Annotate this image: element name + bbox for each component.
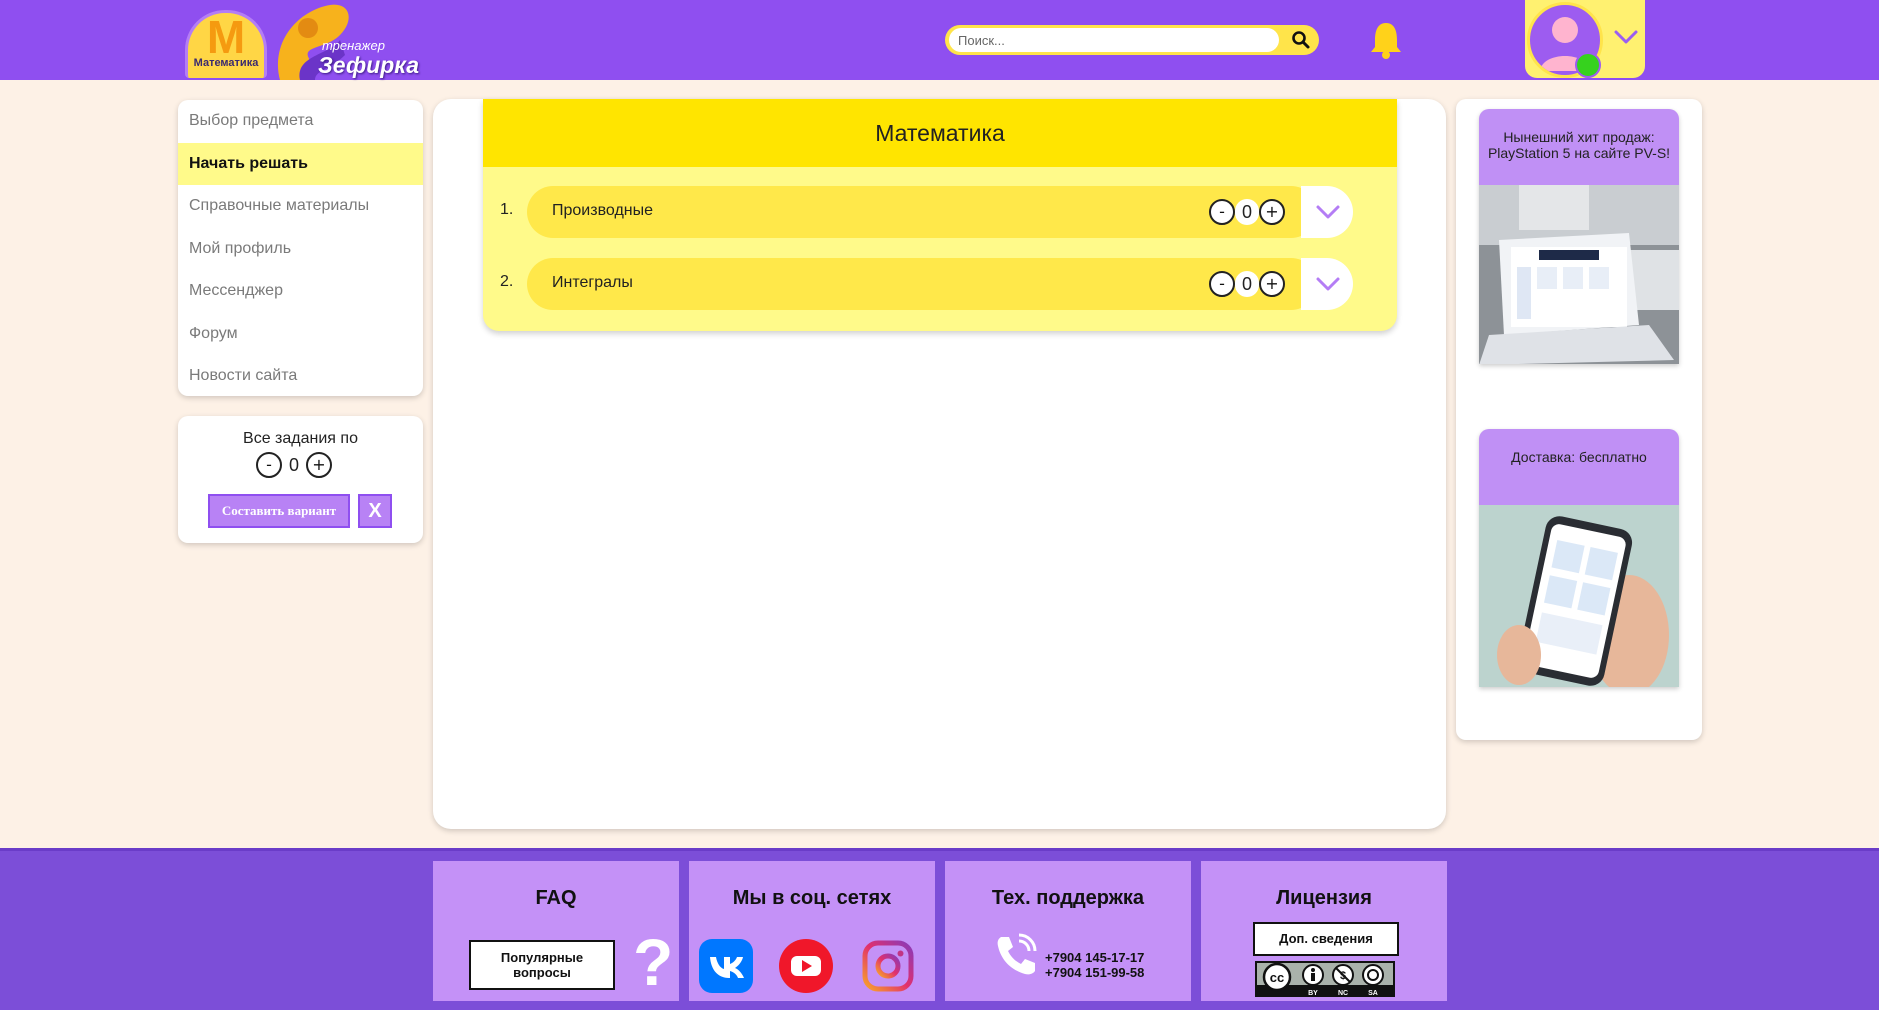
increment-button[interactable]: + [1259, 199, 1285, 225]
ad-banner-laptop[interactable]: Нынешний хит продаж: PlayStation 5 на са… [1479, 109, 1679, 364]
sidebar-item-start-solving[interactable]: Начать решать [178, 142, 423, 185]
compose-variant-button[interactable]: Составить вариант [208, 494, 350, 528]
topic-row: 1. Производные - 0 + [483, 185, 1397, 239]
ad-banner-phone[interactable]: Доставка: бесплатно [1479, 429, 1679, 687]
cc-by-label: BY [1308, 990, 1318, 997]
support-phones: +7904 145-17-17 +7904 151-99-58 [1045, 950, 1144, 980]
topic-name: Интегралы [552, 274, 633, 291]
variant-builder: Все задания по - 0 + Составить вариант X [178, 416, 423, 543]
phone-number[interactable]: +7904 145-17-17 [1045, 950, 1144, 965]
svg-text:cc: cc [1270, 970, 1284, 985]
subject-card: Математика 1. Производные - 0 + 2. Интег… [483, 99, 1397, 331]
decrement-button[interactable]: - [256, 452, 282, 478]
top-header: М Математика тренажер Зефирка [0, 0, 1879, 80]
license-title: Лицензия [1276, 887, 1372, 909]
chevron-down-icon[interactable] [1613, 26, 1639, 48]
instagram-icon[interactable] [861, 939, 915, 993]
topic-pill[interactable]: Производные - 0 + [527, 186, 1317, 238]
topic-pill[interactable]: Интегралы - 0 + [527, 258, 1317, 310]
increment-button[interactable]: + [1259, 271, 1285, 297]
ad-text: Доставка: бесплатно [1511, 449, 1647, 465]
increment-button[interactable]: + [306, 452, 332, 478]
clear-button[interactable]: X [358, 494, 392, 528]
logo-letter: М [206, 11, 246, 63]
phone-photo [1479, 505, 1679, 687]
question-icon: ? [633, 925, 674, 999]
topic-expand-button[interactable] [1301, 186, 1353, 238]
phone-icon [997, 933, 1037, 975]
sidebar-item-news[interactable]: Новости сайта [178, 355, 423, 396]
variant-count[interactable]: 0 [282, 452, 306, 478]
profile-menu[interactable] [1525, 0, 1645, 78]
topic-stepper: - 0 + [1209, 271, 1285, 297]
online-status-dot [1575, 52, 1601, 78]
topic-count[interactable]: 0 [1235, 271, 1259, 297]
chevron-down-icon [1316, 277, 1340, 291]
social-title: Мы в соц. сетях [732, 887, 892, 909]
sidebar-nav: Выбор предмета Начать решать Справочные … [178, 100, 423, 396]
laptop-photo [1479, 185, 1679, 364]
variant-title: Все задания по [243, 430, 358, 447]
sidebar-item-profile[interactable]: Мой профиль [178, 228, 423, 271]
footer-license: Лицензия Доп. сведения cc $ BY NC SA [1201, 861, 1447, 1001]
logo-name: Зефирка [318, 52, 420, 78]
subject-title: Математика [483, 99, 1397, 167]
logo-subject: Математика [193, 57, 259, 69]
sidebar-item-messenger[interactable]: Мессенджер [178, 270, 423, 313]
phone-number[interactable]: +7904 151-99-58 [1045, 965, 1144, 980]
topic-row: 2. Интегралы - 0 + [483, 257, 1397, 311]
sidebar-item-subject-select[interactable]: Выбор предмета [178, 100, 423, 143]
cc-license-icon[interactable]: cc $ BY NC SA [1255, 961, 1395, 997]
topic-count[interactable]: 0 [1235, 199, 1259, 225]
popular-questions-button[interactable]: Популярные вопросы [469, 940, 615, 990]
topic-name: Производные [552, 202, 654, 219]
logo-trainer-text: тренажер [322, 38, 385, 53]
youtube-icon[interactable] [779, 939, 833, 993]
ad-text: Нынешний хит продаж: PlayStation 5 на са… [1487, 129, 1671, 161]
search-icon[interactable] [1291, 30, 1311, 50]
search-input[interactable] [949, 28, 1279, 52]
cc-sa-label: SA [1368, 990, 1378, 997]
cc-nc-label: NC [1338, 990, 1348, 997]
bell-icon[interactable] [1368, 20, 1404, 60]
variant-stepper: - 0 + [256, 452, 332, 478]
topic-number: 1. [500, 201, 514, 218]
topic-number: 2. [500, 273, 514, 290]
more-info-button[interactable]: Доп. сведения [1253, 922, 1399, 956]
faq-title: FAQ [535, 887, 577, 909]
support-title: Тех. поддержка [991, 887, 1145, 909]
logo-badge[interactable]: М Математика [185, 10, 267, 78]
decrement-button[interactable]: - [1209, 199, 1235, 225]
topic-stepper: - 0 + [1209, 199, 1285, 225]
search-bar [945, 25, 1319, 55]
decrement-button[interactable]: - [1209, 271, 1235, 297]
footer-faq: FAQ Популярные вопросы ? [433, 861, 679, 1001]
sidebar-item-reference[interactable]: Справочные материалы [178, 185, 423, 228]
footer-social: Мы в соц. сетях [689, 861, 935, 1001]
ads-panel: Нынешний хит продаж: PlayStation 5 на са… [1456, 99, 1702, 740]
footer: FAQ Популярные вопросы ? Мы в соц. сетях [0, 848, 1879, 1010]
chevron-down-icon [1316, 205, 1340, 219]
footer-support: Тех. поддержка +7904 145-17-17 +7904 151… [945, 861, 1191, 1001]
topic-expand-button[interactable] [1301, 258, 1353, 310]
vk-icon[interactable] [699, 939, 753, 993]
sidebar-item-forum[interactable]: Форум [178, 313, 423, 356]
